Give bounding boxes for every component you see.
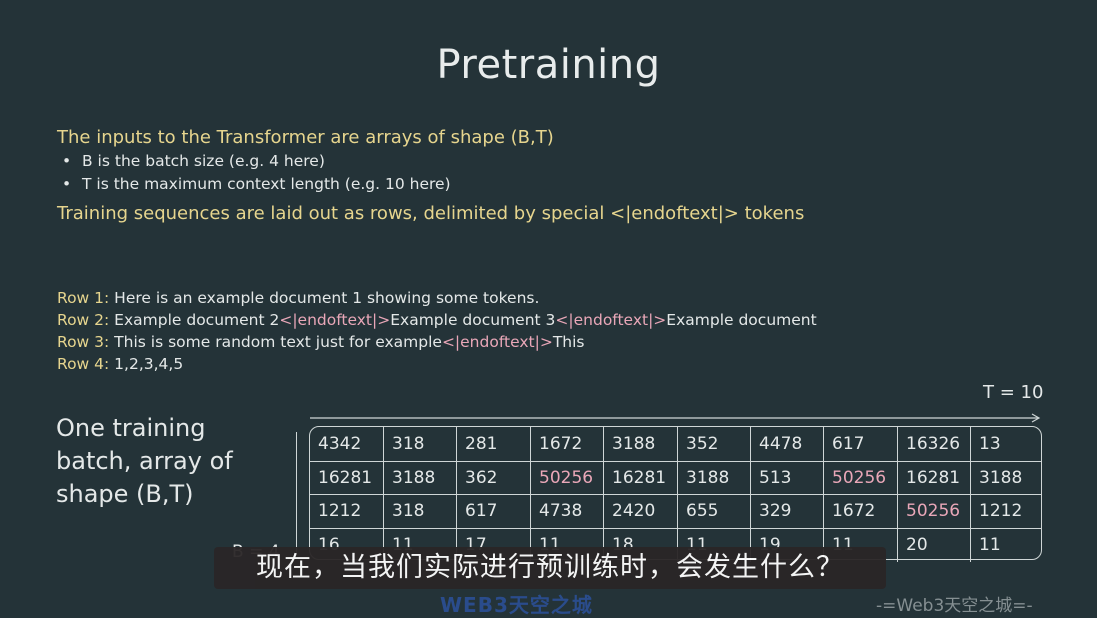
bullet-text: B is the batch size (e.g. 4 here) — [82, 152, 325, 170]
grid-cell: 3188 — [677, 460, 750, 495]
watermark-logo: WEB3天空之城 — [440, 593, 593, 617]
grid-cell: 329 — [750, 494, 823, 528]
grid-cell: 3188 — [383, 460, 456, 495]
endoftext-token: <|endoftext|> — [555, 311, 667, 329]
row-2-line: Row 2: Example document 2<|endoftext|>Ex… — [57, 311, 817, 329]
row-3-line: Row 3: This is some random text just for… — [57, 333, 585, 351]
t-axis-arrow-icon — [310, 413, 1041, 423]
grid-cell: 16326 — [897, 427, 970, 461]
row-text: Example document — [666, 311, 817, 329]
row-1-line: Row 1: Here is an example document 1 sho… — [57, 289, 539, 307]
grid-cell: 50256 — [530, 460, 603, 495]
watermark-text: -=Web3天空之城=- — [876, 596, 1033, 616]
row-text: Example document 3 — [390, 311, 556, 329]
grid-cell: 2420 — [603, 494, 677, 528]
slide: Pretraining The inputs to the Transforme… — [0, 0, 1097, 617]
grid-cell: 617 — [823, 427, 897, 461]
grid-cell: 16281 — [897, 460, 970, 495]
grid-cell: 318 — [383, 427, 456, 461]
grid-row: 1212 318 617 4738 2420 655 329 1672 50256 1212 — [310, 494, 1041, 528]
row-text: Example document 2 — [109, 311, 280, 329]
slide-title: Pretraining — [436, 42, 661, 88]
b-axis-line — [296, 432, 297, 556]
grid-cell: 1212 — [318, 501, 362, 521]
row-label: Row 2: — [57, 311, 110, 329]
heading-sequences: Training sequences are laid out as rows,… — [57, 203, 805, 224]
t-dimension-label: T = 10 — [983, 382, 1044, 403]
heading-inputs: The inputs to the Transformer are arrays… — [57, 127, 554, 148]
bullet-dot-icon: • — [62, 175, 72, 193]
grid-cell: 1212 — [970, 494, 1041, 528]
bullet-text: T is the maximum context length (e.g. 10… — [82, 175, 451, 193]
row-text: 1,2,3,4,5 — [109, 355, 184, 373]
grid-cell: 617 — [456, 494, 530, 528]
row-text: This — [552, 333, 585, 351]
row-text: Here is an example document 1 showing so… — [109, 289, 540, 307]
grid-divider — [310, 460, 1041, 462]
grid-cell: 11 — [970, 527, 1041, 562]
row-text: This is some random text just for exampl… — [109, 333, 442, 351]
grid-cell: 50256 — [897, 494, 970, 528]
grid-cell: 362 — [456, 460, 530, 495]
batch-label: One training batch, array of shape (B,T) — [56, 414, 233, 508]
grid-cell: 4478 — [750, 427, 823, 461]
grid-row: 4342 318 281 1672 3188 352 4478 617 16326 13 — [310, 427, 1041, 461]
bullet-dot-icon: • — [62, 152, 72, 170]
grid-cell: 655 — [677, 494, 750, 528]
grid-cell: 281 — [456, 427, 530, 461]
grid-cell: 1672 — [823, 494, 897, 528]
grid-cell: 1672 — [530, 427, 603, 461]
grid-cell: 3188 — [970, 460, 1041, 495]
grid-divider — [310, 527, 1041, 529]
row-4-line: Row 4: 1,2,3,4,5 — [57, 355, 183, 373]
grid-cell: 3188 — [603, 427, 677, 461]
grid-divider — [310, 494, 1041, 495]
bullet-batch-size: • B is the batch size (e.g. 4 here) — [62, 152, 325, 170]
row-label: Row 3: — [57, 333, 110, 351]
grid-cell: 4342 — [318, 434, 362, 454]
grid-cell: 13 — [970, 427, 1041, 461]
token-grid: 4342 318 281 1672 3188 352 4478 617 16326 13 16281… — [309, 426, 1042, 562]
endoftext-token: <|endoftext|> — [441, 333, 553, 351]
grid-cell: 50256 — [823, 460, 897, 495]
grid-cell: 318 — [383, 494, 456, 528]
bullet-context-length: • T is the maximum context length (e.g. 1… — [62, 175, 451, 193]
video-subtitle: 现在，当我们实际进行预训练时，会发生什么？ — [214, 547, 886, 589]
endoftext-token: <|endoftext|> — [279, 311, 391, 329]
grid-cell: 16281 — [603, 460, 677, 495]
grid-cell: 513 — [750, 460, 823, 495]
row-label: Row 4: — [57, 355, 110, 373]
grid-cell: 352 — [677, 427, 750, 461]
grid-cell: 16281 — [318, 467, 373, 488]
grid-row: 16281 3188 362 50256 16281 3188 513 50256 16281 3… — [310, 460, 1041, 495]
row-label: Row 1: — [57, 289, 110, 307]
grid-cell: 20 — [897, 527, 970, 562]
grid-cell: 4738 — [530, 494, 603, 528]
